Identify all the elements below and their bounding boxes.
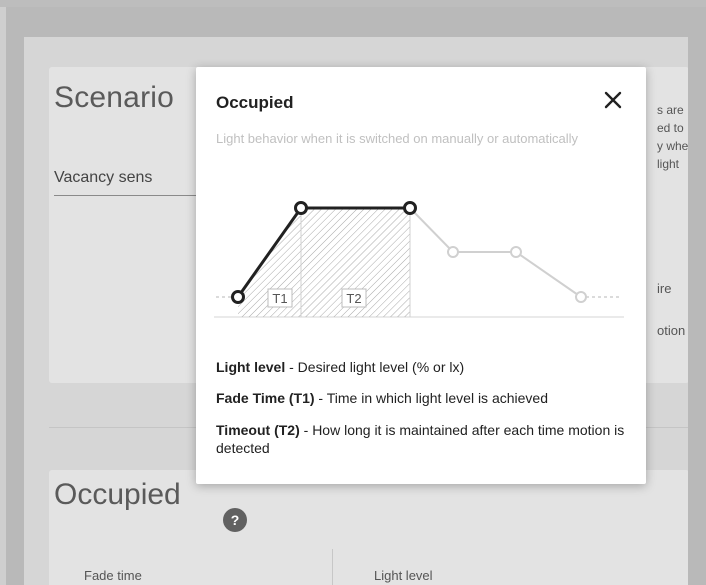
right-option-motion[interactable]: otion: [657, 323, 685, 338]
light-level-label: Light level: [374, 568, 433, 583]
right-description-line: light: [657, 157, 680, 171]
light-behavior-graph: T1 T2: [214, 201, 624, 318]
help-icon[interactable]: ?: [223, 508, 247, 532]
legend-fade-time: Fade Time (T1) - Time in which light lev…: [216, 389, 626, 407]
active-point: [403, 201, 417, 215]
fade-time-label: Fade time: [84, 568, 142, 583]
active-point: [294, 201, 308, 215]
occupied-help-popup: Occupied Light behavior when it is switc…: [196, 67, 646, 484]
right-description-line: s are: [657, 103, 684, 117]
legend-timeout: Timeout (T2) - How long it is maintained…: [216, 421, 626, 457]
popup-subtitle: Light behavior when it is switched on ma…: [216, 131, 579, 146]
popup-title: Occupied: [216, 93, 294, 112]
vacancy-select-underline: [54, 195, 204, 196]
legend-desc: - Desired light level (% or lx): [285, 359, 465, 375]
right-option-wire[interactable]: ire: [657, 281, 671, 296]
inactive-curve: [409, 207, 582, 298]
occupied-section-title: Occupied: [54, 478, 181, 511]
legend-term: Fade Time (T1): [216, 390, 315, 406]
active-point: [231, 290, 245, 304]
close-icon[interactable]: [600, 87, 626, 113]
legend-desc: - Time in which light level is achieved: [314, 390, 548, 406]
column-divider: [332, 549, 333, 585]
t1-label: T1: [272, 291, 287, 306]
top-strip: [0, 0, 706, 7]
vacancy-sensor-select[interactable]: Vacancy sens: [54, 169, 152, 187]
legend-term: Timeout (T2): [216, 422, 300, 438]
right-description-line: ed to: [657, 121, 684, 135]
scenario-title: Scenario: [54, 81, 175, 114]
inactive-point: [447, 246, 459, 258]
right-description-line: y whe: [657, 139, 688, 153]
right-description: s are ed to y whe light: [657, 101, 688, 173]
legend-term: Light level: [216, 359, 286, 375]
t2-label: T2: [346, 291, 361, 306]
inactive-point: [510, 246, 522, 258]
inactive-point: [575, 291, 587, 303]
legend-light-level: Light level - Desired light level (% or …: [216, 358, 626, 376]
